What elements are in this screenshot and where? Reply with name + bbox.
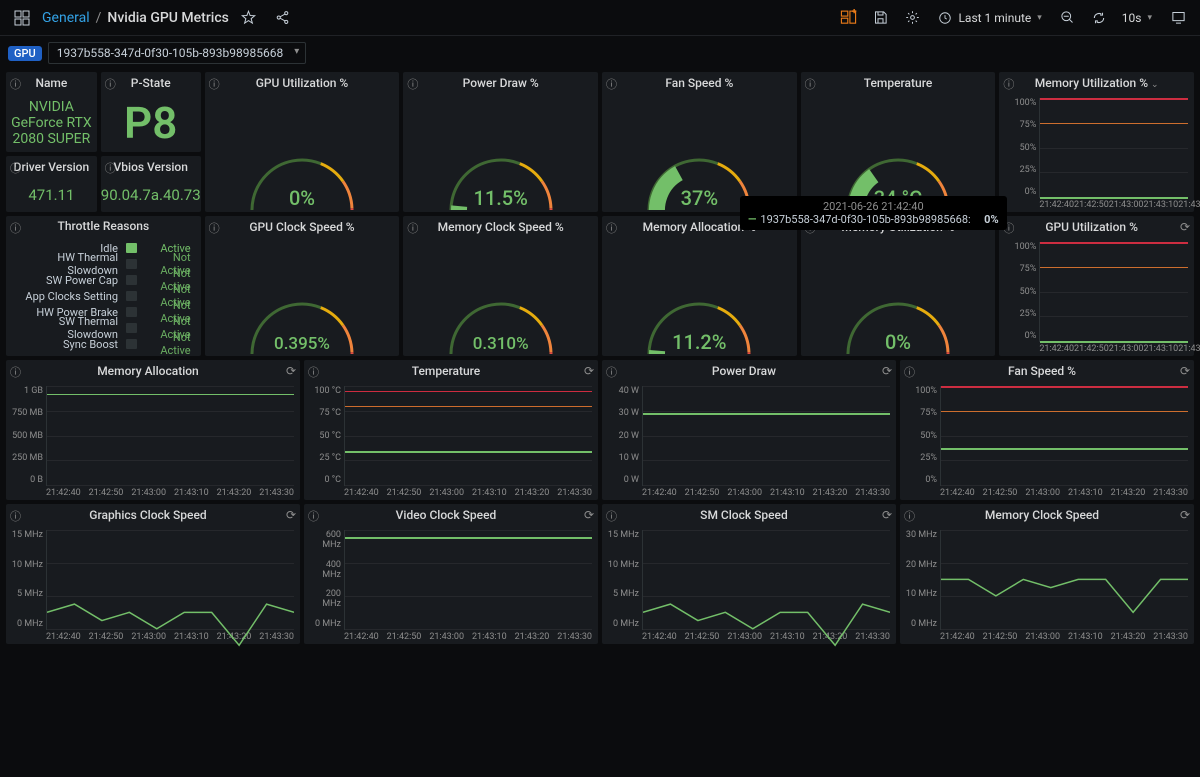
info-icon[interactable]: ⓘ xyxy=(10,160,21,176)
panel-throttle-reasons: ⓘ Throttle Reasons Idle Active HW Therma… xyxy=(6,216,201,356)
refresh-icon[interactable]: ⟳ xyxy=(286,364,296,378)
panel-memory-utilization-ts: ⓘ Memory Utilization % ⌄ 100%75%50%25%0%… xyxy=(999,72,1194,212)
info-icon[interactable]: ⓘ xyxy=(606,76,617,92)
info-icon[interactable]: ⓘ xyxy=(606,364,617,380)
variable-bar: GPU 1937b558-347d-0f30-105b-893b98985668 xyxy=(0,36,1200,70)
panel-fan-speed: ⓘ Fan Speed % 37% xyxy=(602,72,797,212)
refresh-icon[interactable]: ⟳ xyxy=(584,364,594,378)
info-icon[interactable]: ⓘ xyxy=(308,364,319,380)
panel-pstate: ⓘ P-State P8 xyxy=(101,72,201,152)
dashboard-grid: ⓘ Name NVIDIA GeForce RTX 2080 SUPER ⓘ P… xyxy=(0,70,1200,646)
info-icon[interactable]: ⓘ xyxy=(209,220,220,236)
info-icon[interactable]: ⓘ xyxy=(105,76,116,92)
info-icon[interactable]: ⓘ xyxy=(606,508,617,524)
panel-driver-version: ⓘ Driver Version 471.11 xyxy=(6,156,97,212)
panel-gpu-utilization: ⓘ GPU Utilization % 0% xyxy=(205,72,400,212)
star-icon[interactable] xyxy=(235,5,263,31)
refresh-icon[interactable]: ⟳ xyxy=(1180,508,1190,522)
panel-fan-speed-ts: ⓘFan Speed %⟳100%75%50%25%0%21:42:4021:4… xyxy=(900,360,1194,500)
panel-graphics-clock-ts: ⓘGraphics Clock Speed⟳15 MHz10 MHz5 MHz0… xyxy=(6,504,300,644)
refresh-icon[interactable]: ⟳ xyxy=(1180,220,1190,234)
panel-gpu-clock-speed: ⓘ GPU Clock Speed % 0.395% xyxy=(205,216,400,356)
refresh-icon[interactable]: ⟳ xyxy=(1180,364,1190,378)
chevron-down-icon: ▾ xyxy=(1147,13,1152,23)
info-icon[interactable]: ⓘ xyxy=(10,220,21,236)
tv-mode-icon[interactable] xyxy=(1164,5,1192,31)
panel-memory-clock-speed: ⓘ Memory Clock Speed % 0.310% xyxy=(403,216,598,356)
refresh-interval-picker[interactable]: 10s ▾ xyxy=(1114,5,1160,31)
panel-vbios-version: ⓘ Vbios Version 90.04.7a.40.73 xyxy=(101,156,201,212)
dashboard-header: General / Nvidia GPU Metrics Last 1 minu… xyxy=(0,0,1200,36)
refresh-icon[interactable]: ⟳ xyxy=(286,508,296,522)
throttle-row: Sync Boost Not Active xyxy=(16,336,191,352)
panel-power-draw: ⓘ Power Draw % 11.5% xyxy=(403,72,598,212)
info-icon[interactable]: ⓘ xyxy=(407,220,418,236)
breadcrumb: General / Nvidia GPU Metrics xyxy=(42,10,229,26)
panel-temperature: ⓘ Temperature 34 °C xyxy=(801,72,996,212)
panel-power-draw-ts: ⓘPower Draw⟳40 W30 W20 W10 W0 W21:42:402… xyxy=(602,360,896,500)
info-icon[interactable]: ⓘ xyxy=(805,76,816,92)
chevron-down-icon: ▾ xyxy=(1037,13,1042,23)
info-icon[interactable]: ⓘ xyxy=(1003,76,1014,92)
info-icon[interactable]: ⓘ xyxy=(407,76,418,92)
refresh-button[interactable] xyxy=(1086,5,1110,31)
zoom-out-icon[interactable] xyxy=(1054,5,1082,31)
stat-driver: 471.11 xyxy=(28,186,74,204)
time-range-picker[interactable]: Last 1 minute ▾ xyxy=(930,5,1049,31)
info-icon[interactable]: ⓘ xyxy=(1003,220,1014,236)
info-icon[interactable]: ⓘ xyxy=(10,364,21,380)
add-panel-icon[interactable] xyxy=(834,5,862,31)
info-icon[interactable]: ⓘ xyxy=(904,364,915,380)
panel-memory-clock-ts: ⓘMemory Clock Speed⟳30 MHz20 MHz10 MHz0 … xyxy=(900,504,1194,644)
info-icon[interactable]: ⓘ xyxy=(805,220,816,236)
breadcrumb-page[interactable]: Nvidia GPU Metrics xyxy=(107,10,228,26)
refresh-icon[interactable]: ⟳ xyxy=(882,364,892,378)
info-icon[interactable]: ⓘ xyxy=(904,508,915,524)
panel-memory-utilization-gauge: ⓘ Memory Utilization % 0% xyxy=(801,216,996,356)
panel-name: ⓘ Name NVIDIA GeForce RTX 2080 SUPER xyxy=(6,72,97,152)
refresh-icon[interactable]: ⟳ xyxy=(882,508,892,522)
panel-memory-allocation-ts: ⓘMemory Allocation⟳1 GB750 MB500 MB250 M… xyxy=(6,360,300,500)
stat-gpu-name: NVIDIA GeForce RTX 2080 SUPER xyxy=(6,99,97,147)
dashboards-icon[interactable] xyxy=(8,5,36,31)
refresh-icon[interactable]: ⟳ xyxy=(584,508,594,522)
save-icon[interactable] xyxy=(866,5,894,31)
panel-gpu-utilization-ts: ⓘ GPU Utilization %⟳ 100%75%50%25%0%21:4… xyxy=(999,216,1194,356)
panel-memory-allocation: ⓘ Memory Allocation % 11.2% xyxy=(602,216,797,356)
info-icon[interactable]: ⓘ xyxy=(606,220,617,236)
panel-sm-clock-ts: ⓘSM Clock Speed⟳15 MHz10 MHz5 MHz0 MHz21… xyxy=(602,504,896,644)
panel-video-clock-ts: ⓘVideo Clock Speed⟳600 MHz400 MHz200 MHz… xyxy=(304,504,598,644)
settings-icon[interactable] xyxy=(898,5,926,31)
info-icon[interactable]: ⓘ xyxy=(308,508,319,524)
stat-vbios: 90.04.7a.40.73 xyxy=(101,186,201,204)
breadcrumb-root[interactable]: General xyxy=(42,10,90,26)
info-icon[interactable]: ⓘ xyxy=(10,76,21,92)
variable-select-gpu[interactable]: 1937b558-347d-0f30-105b-893b98985668 xyxy=(48,42,307,64)
variable-label-gpu: GPU xyxy=(8,46,42,61)
panel-temperature-ts: ⓘTemperature⟳100 °C75 °C50 °C25 °C0 °C21… xyxy=(304,360,598,500)
info-icon[interactable]: ⓘ xyxy=(10,508,21,524)
stat-pstate: P8 xyxy=(124,97,177,149)
info-icon[interactable]: ⓘ xyxy=(209,76,220,92)
share-icon[interactable] xyxy=(269,5,297,31)
info-icon[interactable]: ⓘ xyxy=(105,160,116,176)
